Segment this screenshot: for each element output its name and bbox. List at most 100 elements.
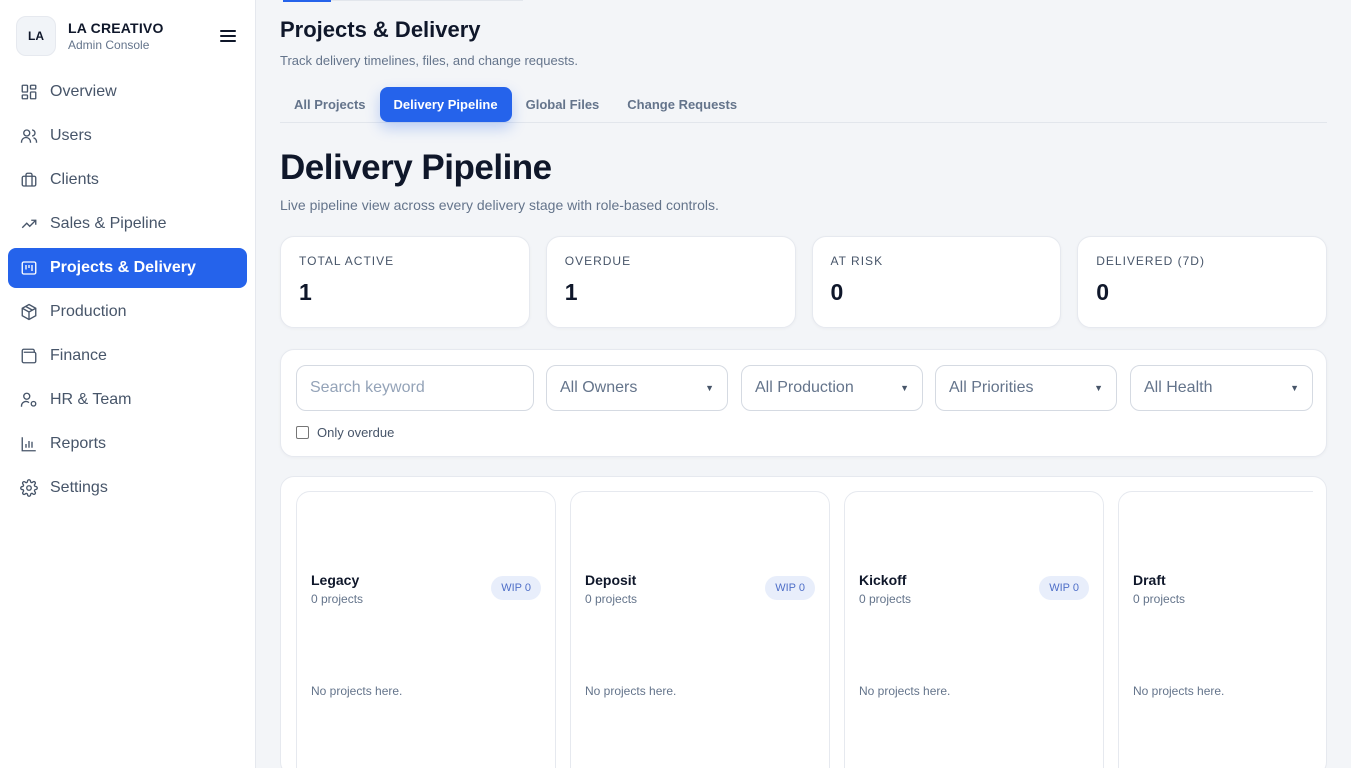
tab-global-files[interactable]: Global Files: [512, 87, 614, 122]
column-count: 0 projects: [311, 592, 364, 606]
chevron-down-icon: ▼: [1290, 383, 1299, 393]
briefcase-icon: [21, 172, 37, 187]
stat-value: 1: [564, 279, 578, 305]
production-select[interactable]: All Production ▼: [741, 365, 923, 411]
users-icon: [20, 129, 38, 143]
pipeline-board-scroll[interactable]: Legacy 0 projects WIP 0 No projects here…: [296, 491, 1313, 768]
stat-label: DELIVERED (7D): [1096, 254, 1205, 268]
column-empty-state: No projects here.: [585, 684, 677, 698]
sidebar-item-label: Projects & Delivery: [50, 259, 196, 276]
health-select[interactable]: All Health ▼: [1130, 365, 1313, 411]
section-title: Delivery Pipeline: [280, 148, 552, 187]
stat-card-at-risk: AT RISK 0: [811, 236, 1062, 328]
stat-label: AT RISK: [830, 254, 884, 268]
column-empty-state: No projects here.: [311, 684, 403, 698]
brand: LA LA CREATIVO Admin Console: [16, 16, 240, 56]
priority-select-value: All Priorities: [949, 379, 1034, 396]
column-empty-state: No projects here.: [1133, 684, 1225, 698]
pipeline-board: Legacy 0 projects WIP 0 No projects here…: [280, 476, 1327, 768]
sidebar-item-label: Overview: [50, 83, 117, 100]
brand-name: LA CREATIVO: [68, 19, 164, 36]
filter-panel: All Owners ▼ All Production ▼ All Priori…: [280, 349, 1327, 457]
priority-select[interactable]: All Priorities ▼: [935, 365, 1117, 411]
section-subtitle: Live pipeline view across every delivery…: [280, 197, 719, 213]
pipeline-column-draft: Draft 0 projects No projects here.: [1118, 491, 1313, 768]
sidebar-item-label: HR & Team: [50, 391, 132, 408]
stat-label: TOTAL ACTIVE: [299, 254, 395, 268]
sidebar-item-hr-team[interactable]: HR & Team: [8, 380, 247, 420]
tab-bar: All Projects Delivery Pipeline Global Fi…: [280, 87, 1327, 123]
sidebar-item-label: Settings: [50, 479, 108, 496]
column-empty-state: No projects here.: [859, 684, 951, 698]
sidebar-nav: Overview Users Clients Sales & Pipeline …: [8, 72, 247, 512]
stat-card-delivered-7d: DELIVERED (7D) 0: [1077, 236, 1327, 328]
trending-up-icon: [21, 219, 37, 229]
sidebar-item-label: Finance: [50, 347, 107, 364]
wallet-icon: [21, 348, 37, 364]
page-subtitle: Track delivery timelines, files, and cha…: [280, 53, 578, 68]
chevron-down-icon: ▼: [705, 383, 714, 393]
sidebar-item-overview[interactable]: Overview: [8, 72, 247, 112]
chevron-down-icon: ▼: [900, 383, 909, 393]
pipeline-column-deposit: Deposit 0 projects WIP 0 No projects her…: [570, 491, 830, 768]
column-count: 0 projects: [859, 592, 912, 606]
bar-chart-icon: [21, 437, 36, 452]
pipeline-column-legacy: Legacy 0 projects WIP 0 No projects here…: [296, 491, 556, 768]
sidebar-item-production[interactable]: Production: [8, 292, 247, 332]
column-title: Draft: [1133, 572, 1166, 588]
search-input[interactable]: [296, 365, 534, 411]
brand-logo-badge: LA: [16, 16, 56, 56]
grid-icon: [21, 84, 37, 100]
stat-card-total-active: TOTAL ACTIVE 1: [280, 236, 530, 328]
gear-icon: [20, 479, 38, 497]
top-scroll-thumb[interactable]: [283, 0, 331, 2]
menu-toggle-button[interactable]: [216, 24, 240, 48]
page-title: Projects & Delivery: [280, 17, 481, 42]
sidebar-item-clients[interactable]: Clients: [8, 160, 247, 200]
tab-all-projects[interactable]: All Projects: [280, 87, 380, 122]
health-select-value: All Health: [1144, 379, 1213, 396]
chevron-down-icon: ▼: [1094, 383, 1103, 393]
sidebar-item-label: Reports: [50, 435, 107, 452]
tab-change-requests[interactable]: Change Requests: [613, 87, 751, 122]
sidebar-item-label: Clients: [50, 171, 99, 188]
sidebar-item-label: Production: [50, 303, 127, 320]
sidebar-item-settings[interactable]: Settings: [8, 468, 247, 508]
user-cog-icon: [20, 392, 37, 407]
production-select-value: All Production: [755, 379, 854, 396]
owner-select-value: All Owners: [560, 379, 638, 396]
package-icon: [21, 303, 37, 321]
stats-row: TOTAL ACTIVE 1 OVERDUE 1 AT RISK 0 DELIV…: [280, 236, 1327, 328]
column-title: Legacy: [311, 572, 360, 588]
sidebar-item-sales-pipeline[interactable]: Sales & Pipeline: [8, 204, 247, 244]
stat-value: 0: [1096, 279, 1110, 305]
sidebar-item-label: Users: [50, 127, 92, 144]
column-title: Deposit: [585, 572, 637, 588]
brand-text: LA CREATIVO Admin Console: [68, 20, 164, 53]
wip-badge: WIP 0: [1039, 576, 1089, 600]
owner-select[interactable]: All Owners ▼: [546, 365, 728, 411]
only-overdue-label: Only overdue: [317, 425, 395, 440]
sidebar-item-reports[interactable]: Reports: [8, 424, 247, 464]
brand-subtitle: Admin Console: [68, 37, 150, 52]
column-count: 0 projects: [585, 592, 638, 606]
sidebar-item-finance[interactable]: Finance: [8, 336, 247, 376]
pipeline-column-kickoff: Kickoff 0 projects WIP 0 No projects her…: [844, 491, 1104, 768]
stat-label: OVERDUE: [564, 254, 632, 268]
sidebar-item-projects-delivery[interactable]: Projects & Delivery: [8, 248, 247, 288]
sidebar: LA LA CREATIVO Admin Console Overview Us…: [0, 0, 256, 768]
stat-card-overdue: OVERDUE 1: [545, 236, 796, 328]
hamburger-icon: [220, 30, 236, 42]
tab-delivery-pipeline[interactable]: Delivery Pipeline: [379, 87, 512, 122]
stat-value: 0: [830, 279, 844, 305]
sidebar-item-label: Sales & Pipeline: [50, 215, 167, 232]
only-overdue-toggle[interactable]: Only overdue: [296, 425, 394, 440]
wip-badge: WIP 0: [491, 576, 541, 600]
column-title: Kickoff: [859, 572, 907, 588]
sidebar-item-users[interactable]: Users: [8, 116, 247, 156]
kanban-icon: [21, 261, 37, 275]
wip-badge: WIP 0: [765, 576, 815, 600]
stat-value: 1: [299, 279, 312, 305]
only-overdue-checkbox[interactable]: [296, 426, 309, 439]
column-count: 0 projects: [1133, 592, 1186, 606]
